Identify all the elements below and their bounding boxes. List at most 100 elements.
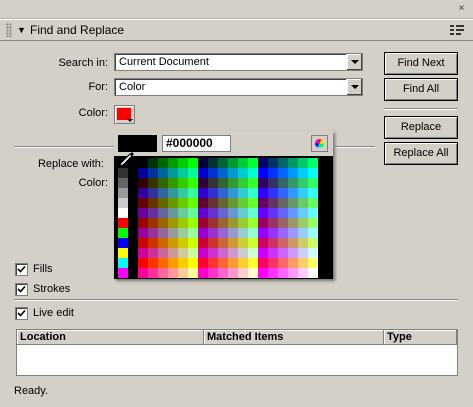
color-swatch[interactable] — [168, 178, 178, 188]
color-swatch[interactable] — [128, 258, 138, 268]
color-swatch[interactable] — [198, 208, 208, 218]
color-swatch[interactable] — [118, 268, 128, 278]
column-header-location[interactable]: Location — [17, 330, 204, 345]
color-swatch[interactable] — [308, 168, 318, 178]
color-swatch[interactable] — [168, 188, 178, 198]
color-swatch[interactable] — [148, 228, 158, 238]
color-swatch[interactable] — [258, 208, 268, 218]
color-swatch[interactable] — [288, 268, 298, 278]
color-swatch[interactable] — [298, 158, 308, 168]
replace-button[interactable]: Replace — [384, 116, 458, 139]
color-swatch[interactable] — [248, 178, 258, 188]
color-swatch[interactable] — [248, 268, 258, 278]
color-swatch[interactable] — [208, 258, 218, 268]
color-swatch[interactable] — [288, 208, 298, 218]
color-swatch[interactable] — [278, 248, 288, 258]
color-swatch[interactable] — [318, 178, 328, 188]
color-swatch[interactable] — [148, 258, 158, 268]
color-swatch[interactable] — [278, 158, 288, 168]
color-swatch[interactable] — [198, 258, 208, 268]
color-swatch[interactable] — [298, 168, 308, 178]
color-swatch[interactable] — [178, 238, 188, 248]
color-swatch[interactable] — [268, 248, 278, 258]
color-swatch[interactable] — [128, 248, 138, 258]
color-swatch[interactable] — [158, 218, 168, 228]
color-swatch[interactable] — [258, 238, 268, 248]
color-swatch[interactable] — [268, 258, 278, 268]
color-swatch[interactable] — [248, 208, 258, 218]
color-swatch[interactable] — [218, 168, 228, 178]
color-swatch[interactable] — [138, 168, 148, 178]
color-swatch[interactable] — [218, 178, 228, 188]
color-swatch[interactable] — [238, 258, 248, 268]
color-swatch[interactable] — [138, 178, 148, 188]
color-swatch[interactable] — [198, 238, 208, 248]
color-swatch[interactable] — [168, 258, 178, 268]
column-header-matched-items[interactable]: Matched Items — [204, 330, 384, 345]
color-swatch[interactable] — [318, 238, 328, 248]
color-swatch[interactable] — [198, 268, 208, 278]
color-swatch[interactable] — [208, 208, 218, 218]
color-swatch[interactable] — [158, 168, 168, 178]
color-swatch[interactable] — [118, 178, 128, 188]
color-swatch[interactable] — [268, 228, 278, 238]
color-swatch[interactable] — [238, 208, 248, 218]
strokes-checkbox[interactable] — [15, 283, 28, 296]
color-swatch[interactable] — [188, 168, 198, 178]
color-swatch[interactable] — [278, 208, 288, 218]
color-swatch[interactable] — [208, 158, 218, 168]
color-swatch[interactable] — [118, 168, 128, 178]
color-swatch[interactable] — [308, 258, 318, 268]
color-swatch[interactable] — [298, 228, 308, 238]
fills-checkbox[interactable] — [15, 263, 28, 276]
color-swatch[interactable] — [208, 248, 218, 258]
color-swatch[interactable] — [308, 158, 318, 168]
color-swatch[interactable] — [228, 248, 238, 258]
color-swatch[interactable] — [208, 228, 218, 238]
color-swatch[interactable] — [168, 248, 178, 258]
color-swatch[interactable] — [288, 238, 298, 248]
color-swatch[interactable] — [188, 268, 198, 278]
color-swatch[interactable] — [258, 258, 268, 268]
color-swatch[interactable] — [148, 188, 158, 198]
close-icon[interactable]: × — [455, 3, 468, 15]
color-swatch[interactable] — [188, 178, 198, 188]
color-swatch[interactable] — [288, 258, 298, 268]
color-swatch[interactable] — [278, 198, 288, 208]
color-swatch[interactable] — [248, 158, 258, 168]
gripper-icon[interactable] — [6, 23, 12, 37]
color-swatch[interactable] — [268, 208, 278, 218]
color-swatch[interactable] — [248, 238, 258, 248]
color-swatch[interactable] — [118, 198, 128, 208]
color-swatch[interactable] — [238, 188, 248, 198]
color-swatch[interactable] — [278, 238, 288, 248]
color-swatch[interactable] — [198, 248, 208, 258]
color-swatch[interactable] — [298, 248, 308, 258]
color-swatch[interactable] — [288, 158, 298, 168]
color-swatch[interactable] — [318, 258, 328, 268]
replace-all-button[interactable]: Replace All — [384, 142, 458, 165]
color-swatch[interactable] — [248, 198, 258, 208]
color-swatch[interactable] — [178, 198, 188, 208]
color-swatch[interactable] — [208, 268, 218, 278]
color-wheel-icon[interactable] — [311, 135, 328, 152]
color-swatch[interactable] — [218, 238, 228, 248]
color-swatch[interactable] — [178, 208, 188, 218]
color-swatch[interactable] — [218, 228, 228, 238]
color-swatch[interactable] — [228, 178, 238, 188]
color-swatch[interactable] — [308, 228, 318, 238]
color-swatch[interactable] — [268, 238, 278, 248]
color-swatch[interactable] — [168, 208, 178, 218]
color-swatch[interactable] — [208, 238, 218, 248]
color-swatch[interactable] — [208, 218, 218, 228]
color-swatch[interactable] — [308, 268, 318, 278]
color-swatch[interactable] — [228, 258, 238, 268]
color-swatch[interactable] — [278, 228, 288, 238]
color-swatch[interactable] — [298, 178, 308, 188]
color-swatch[interactable] — [258, 158, 268, 168]
color-swatch[interactable] — [218, 158, 228, 168]
color-swatch[interactable] — [198, 168, 208, 178]
color-swatch[interactable] — [228, 218, 238, 228]
color-swatch[interactable] — [188, 228, 198, 238]
color-swatch[interactable] — [178, 228, 188, 238]
